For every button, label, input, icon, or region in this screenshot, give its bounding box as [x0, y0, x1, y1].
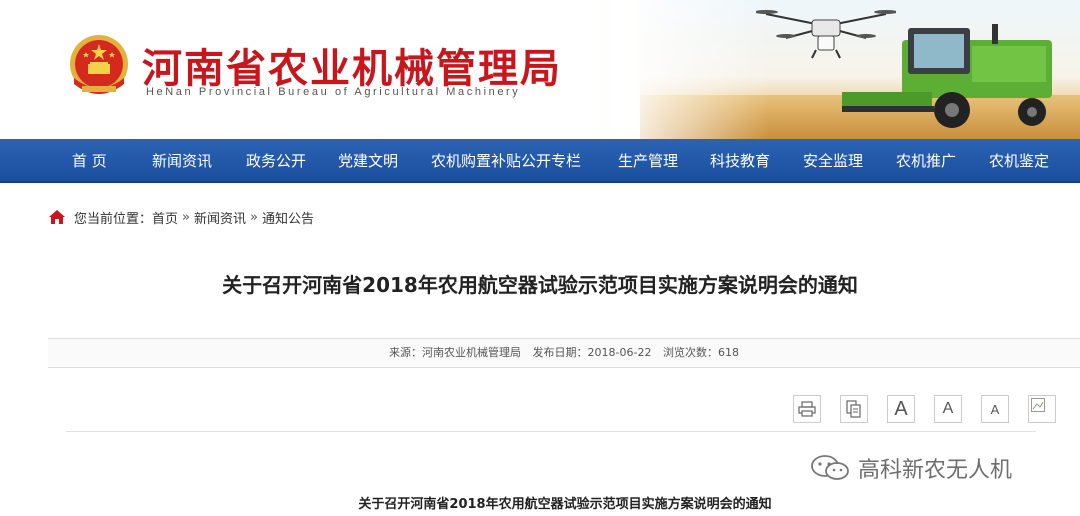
wechat-icon [811, 455, 849, 480]
breadcrumb: 您当前位置： 首页 » 新闻资讯 » 通知公告 [48, 207, 314, 227]
article-date: 发布日期：2018-06-22 [532, 346, 652, 359]
nav-item-news[interactable]: 新闻资讯 [152, 139, 212, 183]
font-small-button[interactable]: A [981, 395, 1009, 423]
article-title: 关于召开河南省2018年农用航空器试验示范项目实施方案说明会的通知 [222, 273, 858, 297]
breadcrumb-prefix: 您当前位置： [74, 211, 153, 227]
font-medium-button[interactable]: A [934, 395, 962, 423]
image-button[interactable] [1028, 395, 1056, 423]
breadcrumb-news-link[interactable]: 新闻资讯 [194, 208, 246, 227]
copy-button[interactable] [840, 395, 868, 423]
breadcrumb-separator: » [182, 209, 190, 225]
nav-item-government-affairs[interactable]: 政务公开 [246, 139, 306, 183]
wechat-watermark: 高科新农无人机 [810, 454, 1013, 483]
breadcrumb-separator: » [250, 209, 258, 225]
breadcrumb-home-link[interactable]: 首页 [152, 208, 178, 227]
content-divider [66, 431, 1036, 432]
home-icon [49, 210, 65, 224]
font-medium-icon: A [942, 400, 954, 417]
nav-item-safety-supervision[interactable]: 安全监理 [803, 139, 863, 183]
watermark-text: 高科新农无人机 [858, 458, 1013, 483]
nav-item-machinery-promotion[interactable]: 农机推广 [896, 139, 956, 183]
font-large-icon: A [894, 397, 908, 420]
nav-item-production-management[interactable]: 生产管理 [618, 139, 678, 183]
nav-item-machinery-appraisal[interactable]: 农机鉴定 [989, 139, 1049, 183]
article-body-title: 关于召开河南省2018年农用航空器试验示范项目实施方案说明会的通知 [358, 497, 772, 512]
nav-item-subsidy-column[interactable]: 农机购置补贴公开专栏 [431, 139, 581, 183]
print-icon [798, 401, 816, 417]
article-meta: 来源：河南农业机械管理局 发布日期：2018-06-22 浏览次数：618 [48, 338, 1080, 368]
breadcrumb-notices-link[interactable]: 通知公告 [262, 208, 314, 227]
national-emblem-icon [70, 35, 128, 94]
site-header: 河南省农业机械管理局 HeNan Provincial Bureau of Ag… [0, 0, 1080, 139]
nav-item-science-education[interactable]: 科技教育 [710, 139, 770, 183]
copy-icon [846, 400, 861, 418]
nav-item-party-building[interactable]: 党建文明 [338, 139, 398, 183]
article-views: 浏览次数：618 [662, 346, 739, 359]
nav-item-home[interactable]: 首 页 [72, 139, 107, 183]
print-button[interactable] [793, 395, 821, 423]
font-small-icon: A [990, 401, 1000, 417]
font-large-button[interactable]: A [887, 395, 915, 423]
article-source: 来源：河南农业机械管理局 [389, 346, 522, 359]
site-subtitle: HeNan Provincial Bureau of Agricultural … [146, 86, 521, 98]
broken-image-icon [1031, 398, 1045, 412]
banner-fade [610, 0, 770, 139]
combine-harvester-icon [842, 24, 1052, 128]
main-nav: 首 页 新闻资讯 政务公开 党建文明 农机购置补贴公开专栏 生产管理 科技教育 … [0, 139, 1080, 183]
